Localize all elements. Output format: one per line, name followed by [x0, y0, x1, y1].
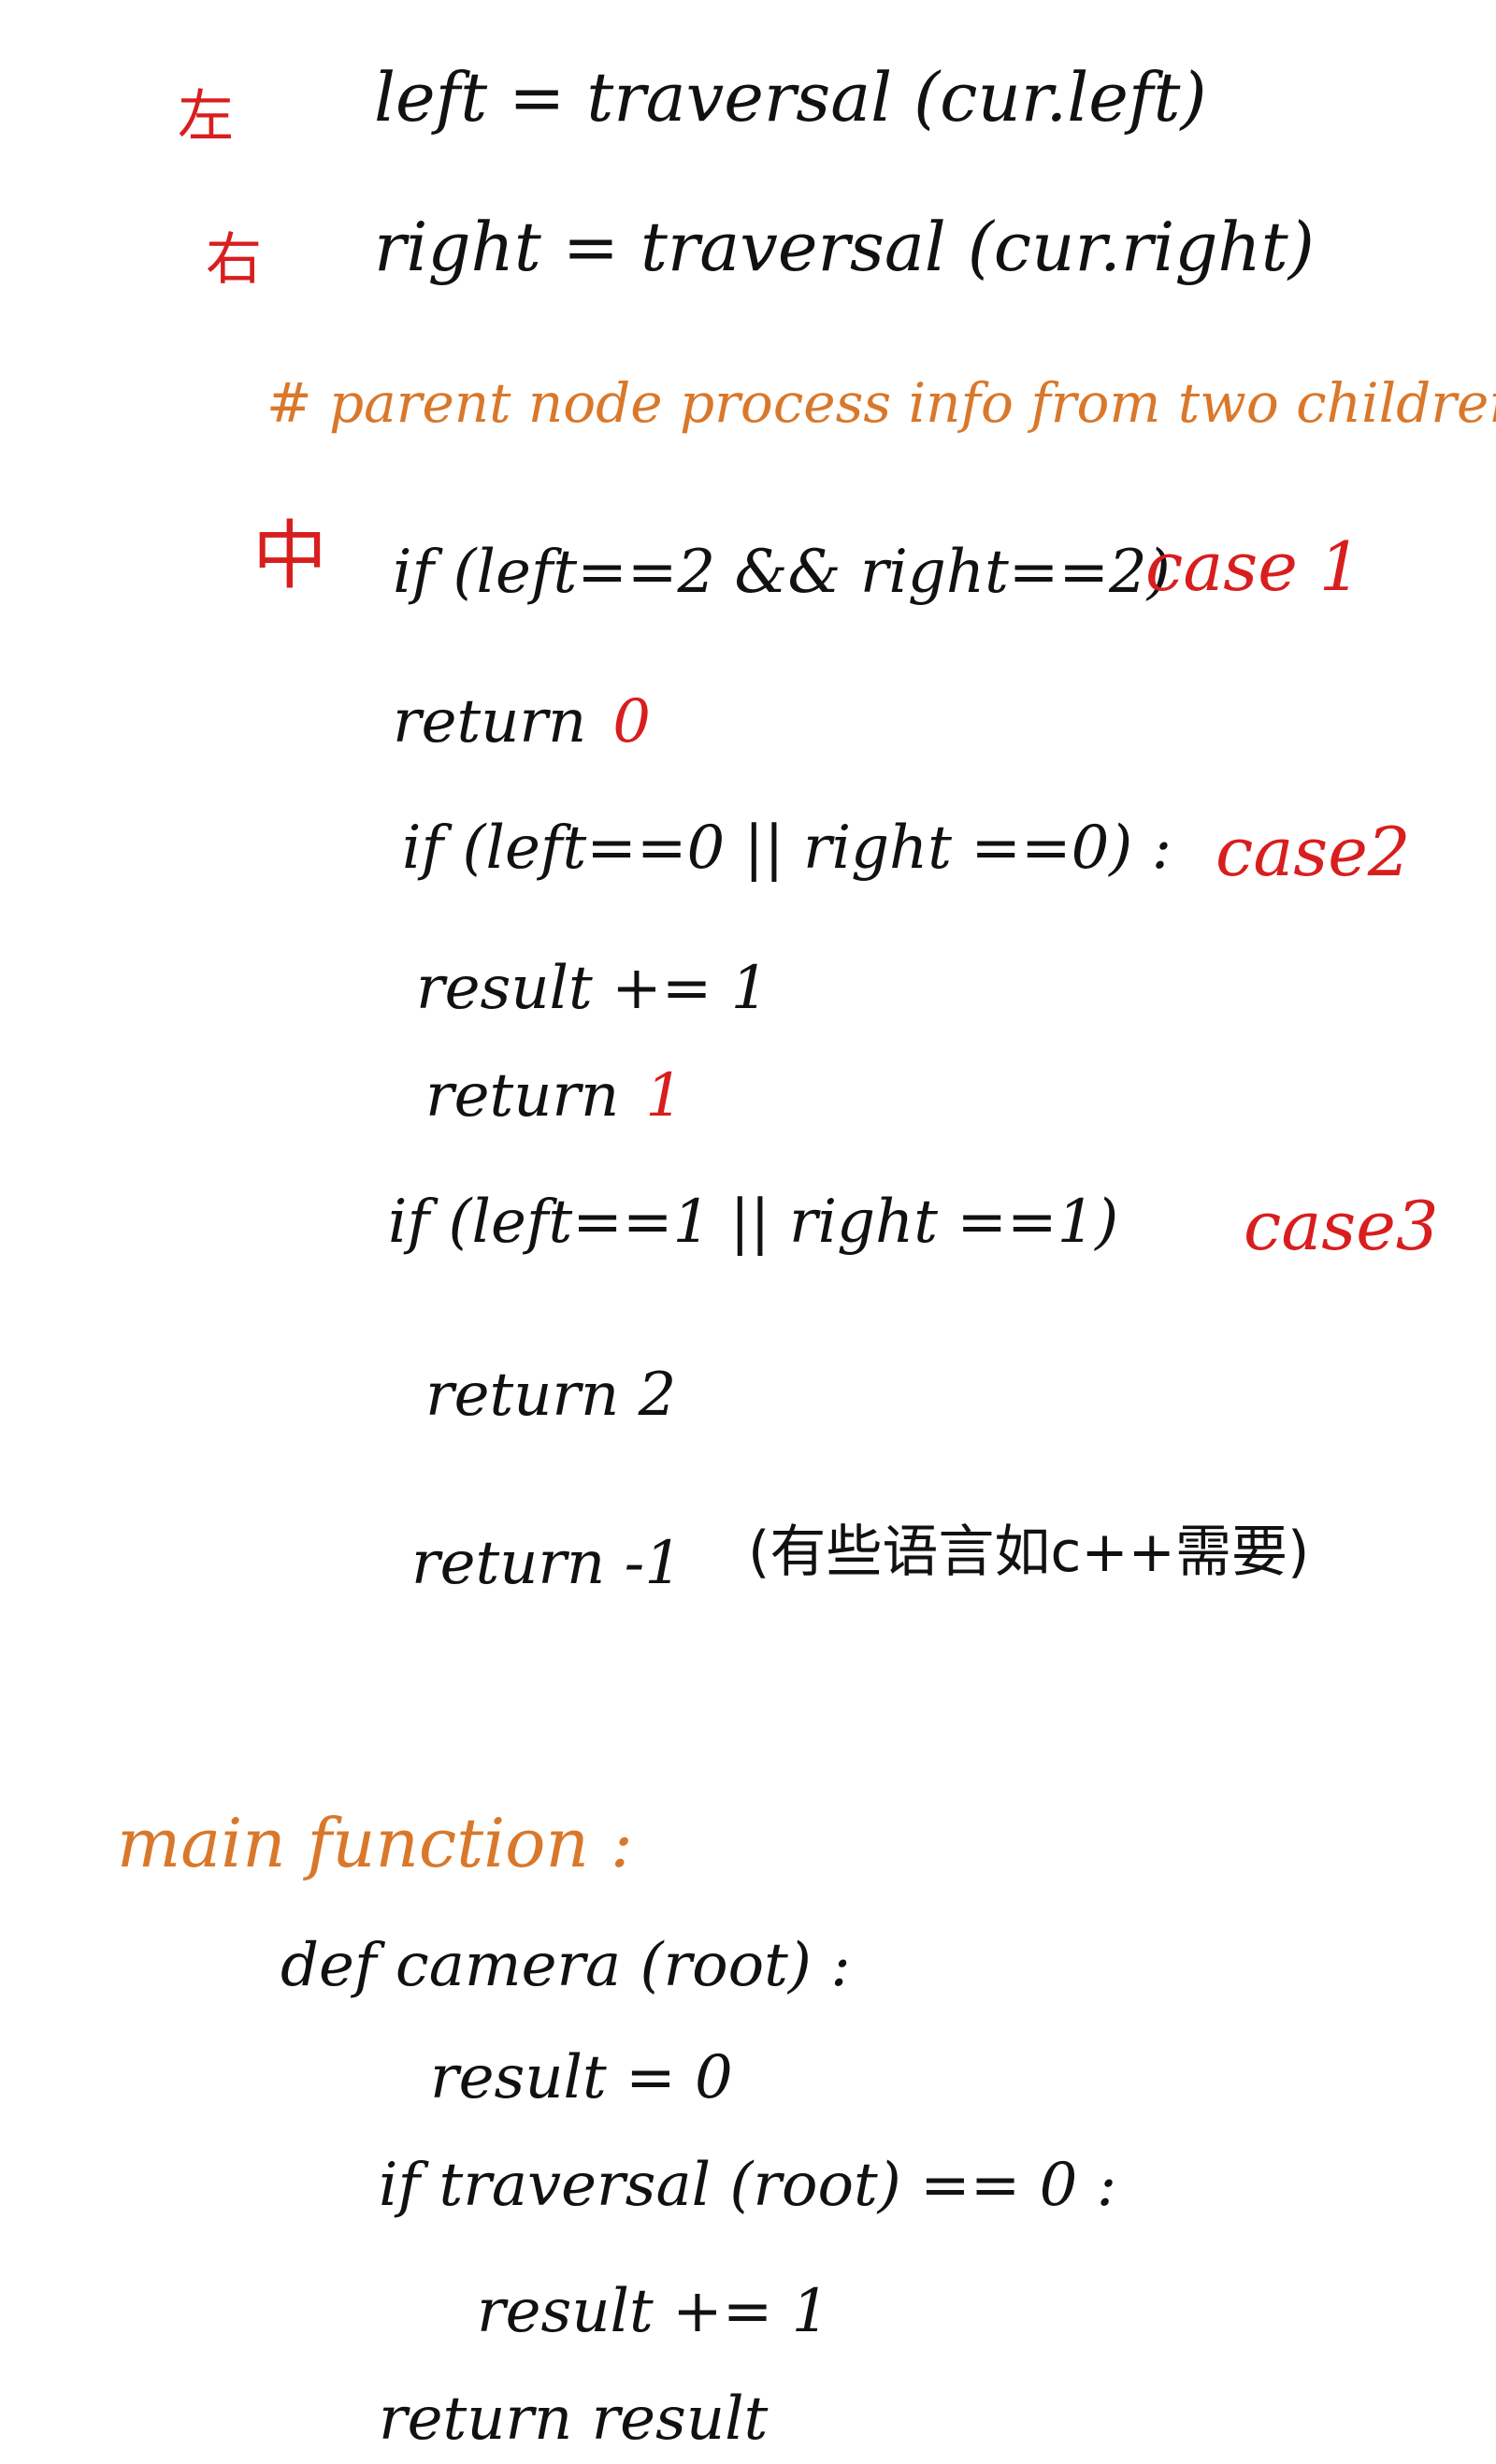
result-increment-line: result += 1: [477, 2277, 830, 2346]
parent-node-comment: # parent node process info from two chil…: [266, 371, 1496, 435]
case1-return-value: 0: [612, 687, 651, 756]
case2-label: case2: [1216, 813, 1411, 891]
handwritten-notes-page: 左 右 中 left = traversal (cur.left) right …: [0, 0, 1496, 2464]
case3-return-line: return 2: [425, 1361, 677, 1430]
margin-mark-right: 右: [206, 227, 262, 293]
case2-return: return 1: [425, 1066, 683, 1126]
fallback-return-line: return -1: [411, 1529, 683, 1598]
case1-condition: if (left==2 && right==2): [393, 538, 1171, 607]
case2-result-line: result += 1: [416, 954, 770, 1023]
if-traversal-root-line: if traversal (root) == 0 :: [379, 2151, 1117, 2220]
case3-condition: if (left==1 || right ==1): [388, 1188, 1119, 1257]
right-traversal-line: right = traversal (cur.right): [374, 208, 1315, 286]
def-camera-line: def camera (root) :: [280, 1931, 851, 2000]
case2-return-word: return: [425, 1061, 620, 1131]
result-init-line: result = 0: [430, 2043, 733, 2112]
margin-mark-left: 左: [178, 84, 234, 150]
case2-condition: if (left==0 || right ==0) :: [402, 814, 1172, 883]
case1-return: return 0: [393, 692, 651, 752]
margin-mark-middle: 中: [252, 512, 327, 599]
case2-return-value: 1: [645, 1061, 683, 1131]
main-function-heading: main function :: [117, 1804, 634, 1882]
fallback-note: (有些语言如c++需要): [748, 1520, 1310, 1585]
left-traversal-line: left = traversal (cur.left): [374, 58, 1207, 137]
case1-label: case 1: [1145, 527, 1362, 606]
case1-return-word: return: [393, 687, 587, 756]
return-result-line: return result: [379, 2385, 769, 2454]
case3-label: case3: [1244, 1187, 1439, 1265]
